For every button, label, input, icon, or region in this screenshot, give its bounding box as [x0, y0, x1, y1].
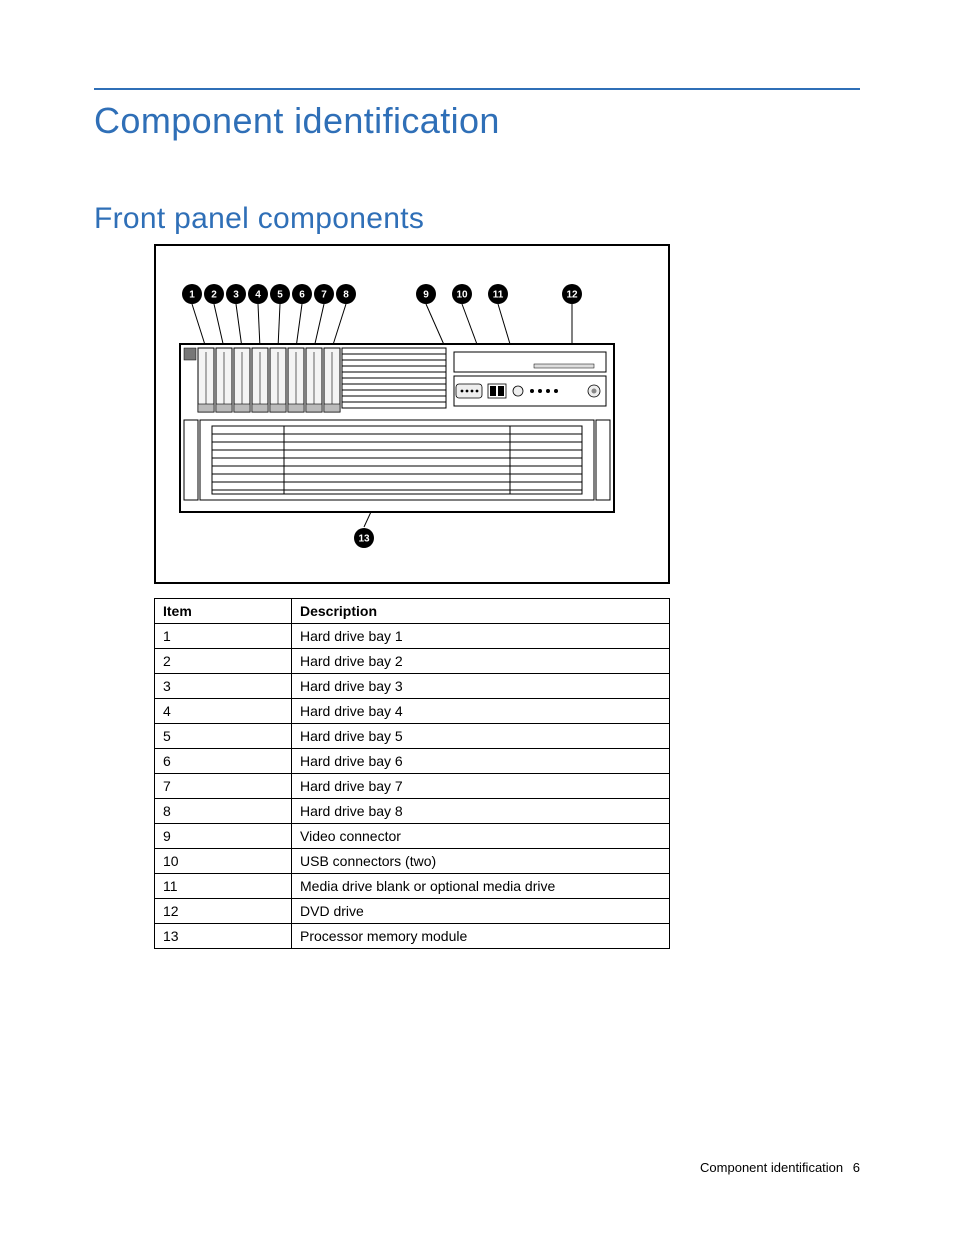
table-row: 4Hard drive bay 4 — [155, 699, 670, 724]
column-header-item: Item — [155, 599, 292, 624]
cell-description: Hard drive bay 8 — [292, 799, 670, 824]
cell-item: 7 — [155, 774, 292, 799]
cell-description: Hard drive bay 7 — [292, 774, 670, 799]
page-footer: Component identification 6 — [700, 1160, 860, 1175]
table-row: 7Hard drive bay 7 — [155, 774, 670, 799]
table-row: 2Hard drive bay 2 — [155, 649, 670, 674]
callout-number: 4 — [255, 290, 261, 301]
footer-page-number: 6 — [853, 1160, 860, 1175]
top-horizontal-rule — [94, 88, 860, 90]
cell-description: Hard drive bay 4 — [292, 699, 670, 724]
callout-number: 1 — [189, 290, 195, 301]
table-row: 3Hard drive bay 3 — [155, 674, 670, 699]
cell-description: Hard drive bay 1 — [292, 624, 670, 649]
footer-section-title: Component identification — [700, 1160, 843, 1175]
cell-description: Hard drive bay 5 — [292, 724, 670, 749]
table-row: 9Video connector — [155, 824, 670, 849]
table-row: 13Processor memory module — [155, 924, 670, 949]
diagram-svg: 12345678910111213 — [154, 244, 670, 584]
cell-item: 9 — [155, 824, 292, 849]
heading-front-panel-components: Front panel components — [94, 202, 860, 236]
cell-description: Media drive blank or optional media driv… — [292, 874, 670, 899]
callout-number: 10 — [456, 290, 468, 301]
cell-description: Hard drive bay 3 — [292, 674, 670, 699]
callout-number: 2 — [211, 290, 217, 301]
callout-number: 5 — [277, 290, 283, 301]
column-header-description: Description — [292, 599, 670, 624]
cell-item: 6 — [155, 749, 292, 774]
cell-description: Hard drive bay 2 — [292, 649, 670, 674]
table-row: 11Media drive blank or optional media dr… — [155, 874, 670, 899]
cell-description: USB connectors (two) — [292, 849, 670, 874]
cell-item: 5 — [155, 724, 292, 749]
front-panel-diagram: 12345678910111213 — [154, 244, 670, 584]
callout-number: 8 — [343, 290, 349, 301]
callout-number: 7 — [321, 290, 327, 301]
page: Component identification Front panel com… — [0, 0, 954, 1235]
table-row: 10USB connectors (two) — [155, 849, 670, 874]
component-table: Item Description 1Hard drive bay 12Hard … — [154, 598, 670, 949]
table-row: 8Hard drive bay 8 — [155, 799, 670, 824]
callout-number: 11 — [493, 290, 504, 301]
cell-description: Video connector — [292, 824, 670, 849]
cell-item: 4 — [155, 699, 292, 724]
cell-item: 10 — [155, 849, 292, 874]
callout-number: 6 — [299, 290, 305, 301]
cell-item: 13 — [155, 924, 292, 949]
table-row: 5Hard drive bay 5 — [155, 724, 670, 749]
cell-description: Hard drive bay 6 — [292, 749, 670, 774]
cell-item: 2 — [155, 649, 292, 674]
callout-number: 13 — [358, 534, 370, 545]
cell-item: 8 — [155, 799, 292, 824]
cell-item: 1 — [155, 624, 292, 649]
cell-description: DVD drive — [292, 899, 670, 924]
cell-item: 12 — [155, 899, 292, 924]
cell-description: Processor memory module — [292, 924, 670, 949]
callout-number: 12 — [566, 290, 578, 301]
cell-item: 3 — [155, 674, 292, 699]
callout-number: 9 — [423, 290, 429, 301]
table-row: 6Hard drive bay 6 — [155, 749, 670, 774]
table-row: 1Hard drive bay 1 — [155, 624, 670, 649]
table-row: 12DVD drive — [155, 899, 670, 924]
callout-number: 3 — [233, 290, 239, 301]
heading-component-identification: Component identification — [94, 100, 860, 142]
cell-item: 11 — [155, 874, 292, 899]
